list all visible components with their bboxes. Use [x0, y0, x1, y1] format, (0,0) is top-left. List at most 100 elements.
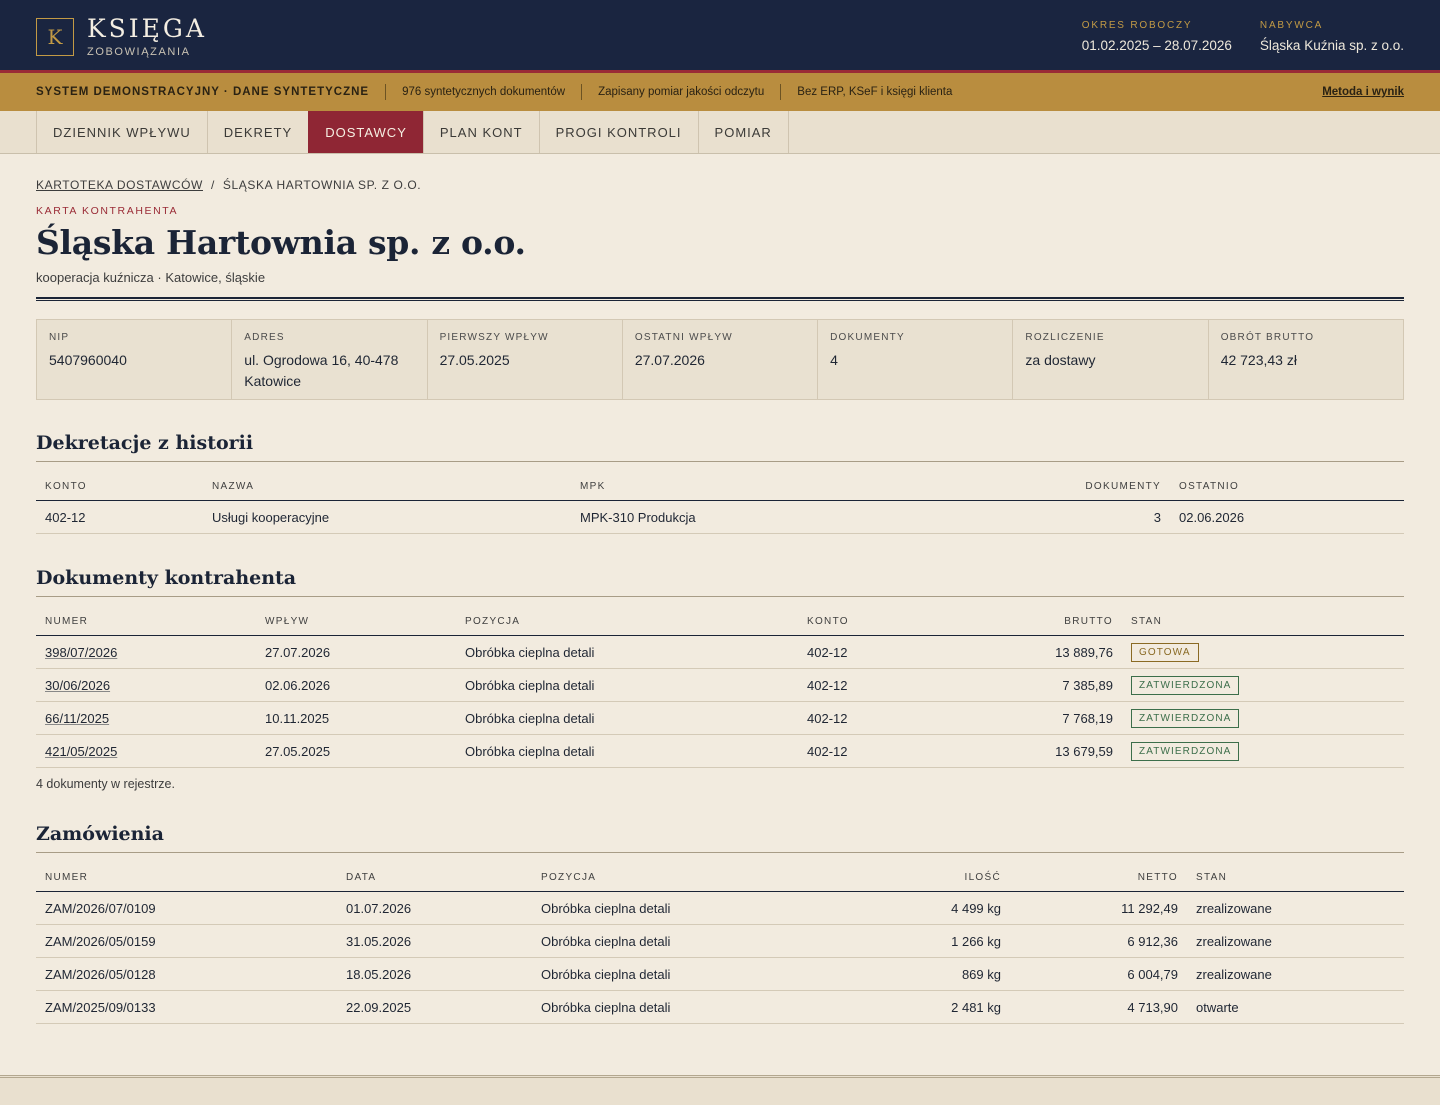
orders-table: NUMER DATA POZYCJA ILOŚĆ NETTO STAN ZAM/… [36, 872, 1404, 1024]
tab-dostawcy[interactable]: DOSTAWCY [308, 111, 423, 153]
order-number-cell: ZAM/2026/05/0159 [36, 924, 337, 958]
document-number-link[interactable]: 398/07/2026 [45, 645, 117, 660]
card-eyebrow: KARTA KONTRAHENTA [36, 205, 179, 217]
status-badge: ZATWIERDZONA [1131, 708, 1240, 728]
position-cell: Obróbka cieplna detali [456, 668, 798, 702]
column-header: ILOŚĆ [812, 872, 1010, 892]
breadcrumb-separator: / [210, 178, 215, 192]
fact-last-inflow: OSTATNI WPŁYW 27.07.2026 [623, 320, 819, 399]
quantity-cell: 1 266 kg [812, 924, 1010, 958]
order-number-cell: ZAM/2026/07/0109 [36, 891, 337, 925]
table-row: ZAM/2026/05/0128 18.05.2026 Obróbka ciep… [36, 957, 1404, 991]
status-badge: GOTOWA [1131, 642, 1199, 662]
order-status-cell: zrealizowane [1187, 924, 1404, 958]
table-row: 398/07/2026 27.07.2026 Obróbka cieplna d… [36, 635, 1404, 669]
tab-dekrety[interactable]: DEKRETY [206, 111, 308, 153]
section-title: Zamówienia [36, 823, 1404, 853]
breadcrumb-current: ŚLĄSKA HARTOWNIA SP. Z O.O. [222, 178, 422, 192]
table-row: 66/11/2025 10.11.2025 Obróbka cieplna de… [36, 701, 1404, 735]
fact-label: PIERWSZY WPŁYW [439, 332, 549, 343]
breadcrumb-suppliers-link[interactable]: KARTOTEKA DOSTAWCÓW [36, 178, 203, 192]
column-header: DATA [337, 872, 532, 892]
fact-first-inflow: PIERWSZY WPŁYW 27.05.2025 [428, 320, 623, 399]
page-subtitle: kooperacja kuźnicza · Katowice, śląskie [36, 270, 266, 285]
divider [385, 84, 387, 100]
order-date-cell: 22.09.2025 [337, 990, 532, 1024]
page-title: Śląska Hartownia sp. z o.o. [36, 223, 526, 262]
fact-value: 4 [830, 352, 838, 368]
fact-address: ADRES ul. Ogrodowa 16, 40-478 Katowice [232, 320, 428, 399]
header-meta: OKRES ROBOCZY 01.02.2025 – 28.07.2026 NA… [1082, 20, 1404, 53]
divider [581, 84, 583, 100]
status-badge: ZATWIERDZONA [1131, 741, 1240, 761]
gross-cell: 7 385,89 [998, 668, 1122, 702]
fact-value: 27.05.2025 [439, 352, 510, 368]
order-date-cell: 18.05.2026 [337, 957, 532, 991]
table-row: ZAM/2026/05/0159 31.05.2026 Obróbka ciep… [36, 924, 1404, 958]
title-divider [36, 297, 1404, 301]
section-title: Dekretacje z historii [36, 432, 1404, 462]
column-header: WPŁYW [256, 616, 456, 636]
column-header: OSTATNIO [1170, 481, 1404, 501]
tab-pomiar[interactable]: POMIAR [697, 111, 789, 153]
fact-label: ADRES [244, 332, 285, 343]
demo-notice-scope: Bez ERP, KSeF i księgi klienta [797, 86, 953, 98]
supplier-facts: NIP 5407960040 ADRES ul. Ogrodowa 16, 40… [36, 319, 1404, 400]
table-row: ZAM/2025/09/0133 22.09.2025 Obróbka ciep… [36, 990, 1404, 1024]
fact-label: NIP [49, 332, 70, 343]
gross-cell: 13 889,76 [998, 635, 1122, 669]
table-header-row: NUMER WPŁYW POZYCJA KONTO BRUTTO STAN [36, 616, 1404, 636]
column-header: NETTO [1010, 872, 1187, 892]
history-table: KONTO NAZWA MPK DOKUMENTY OSTATNIO 402-1… [36, 481, 1404, 534]
breadcrumb: KARTOTEKA DOSTAWCÓW / ŚLĄSKA HARTOWNIA S… [36, 178, 1404, 192]
fact-value: za dostawy [1025, 352, 1096, 368]
fact-value: ul. Ogrodowa 16, 40-478 Katowice [244, 352, 399, 389]
column-header: POZYCJA [532, 872, 812, 892]
quantity-cell: 869 kg [812, 957, 1010, 991]
brand: KSIĘGA ZOBOWIĄZANIA [87, 13, 207, 58]
inflow-date-cell: 10.11.2025 [256, 701, 456, 735]
buyer-label: NABYWCA [1259, 20, 1324, 31]
fact-label: OBRÓT BRUTTO [1220, 332, 1315, 343]
account-cell: 402-12 [798, 734, 998, 768]
order-date-cell: 01.07.2026 [337, 891, 532, 925]
documents-section: Dokumenty kontrahenta NUMER WPŁYW POZYCJ… [36, 567, 1404, 791]
column-header: DOKUMENTY [931, 481, 1170, 501]
inflow-date-cell: 27.05.2025 [256, 734, 456, 768]
column-header: NAZWA [203, 481, 571, 501]
account-cell: 402-12 [798, 635, 998, 669]
logo-icon: K [36, 17, 74, 56]
tab-plan-kont[interactable]: PLAN KONT [422, 111, 539, 153]
order-date-cell: 31.05.2026 [337, 924, 532, 958]
account-cell: 402-12 [36, 500, 203, 534]
working-period: OKRES ROBOCZY 01.02.2025 – 28.07.2026 [1082, 20, 1232, 53]
demo-notice-measurement: Zapisany pomiar jakości odczytu [598, 86, 765, 98]
position-cell: Obróbka cieplna detali [456, 734, 798, 768]
net-cell: 6 912,36 [1010, 924, 1187, 958]
app-title: KSIĘGA [87, 13, 207, 43]
net-cell: 11 292,49 [1010, 891, 1187, 925]
fact-value: 27.07.2026 [634, 352, 705, 368]
tab-dziennik-wplywu[interactable]: DZIENNIK WPŁYWU [36, 111, 207, 153]
fact-gross-turnover: OBRÓT BRUTTO 42 723,43 zł [1209, 320, 1403, 399]
app-subtitle: ZOBOWIĄZANIA [87, 45, 191, 58]
document-number-link[interactable]: 30/06/2026 [45, 678, 110, 693]
method-and-result-link[interactable]: Metoda i wynik [1322, 86, 1404, 98]
position-cell: Obróbka cieplna detali [532, 924, 812, 958]
column-header: KONTO [798, 616, 998, 636]
fact-label: OSTATNI WPŁYW [634, 332, 733, 343]
column-header: NUMER [36, 616, 256, 636]
order-number-cell: ZAM/2026/05/0128 [36, 957, 337, 991]
position-cell: Obróbka cieplna detali [456, 701, 798, 735]
net-cell: 6 004,79 [1010, 957, 1187, 991]
divider [780, 84, 782, 100]
buyer-value: Śląska Kuźnia sp. z o.o. [1259, 38, 1404, 53]
document-number-link[interactable]: 421/05/2025 [45, 744, 117, 759]
main-content: KARTOTEKA DOSTAWCÓW / ŚLĄSKA HARTOWNIA S… [0, 178, 1440, 1024]
gross-cell: 7 768,19 [998, 701, 1122, 735]
table-row: 402-12 Usługi kooperacyjne MPK-310 Produ… [36, 500, 1404, 534]
order-status-cell: zrealizowane [1187, 957, 1404, 991]
tab-progi-kontroli[interactable]: PROGI KONTROLI [538, 111, 698, 153]
column-header: KONTO [36, 481, 203, 501]
document-number-link[interactable]: 66/11/2025 [45, 711, 109, 726]
